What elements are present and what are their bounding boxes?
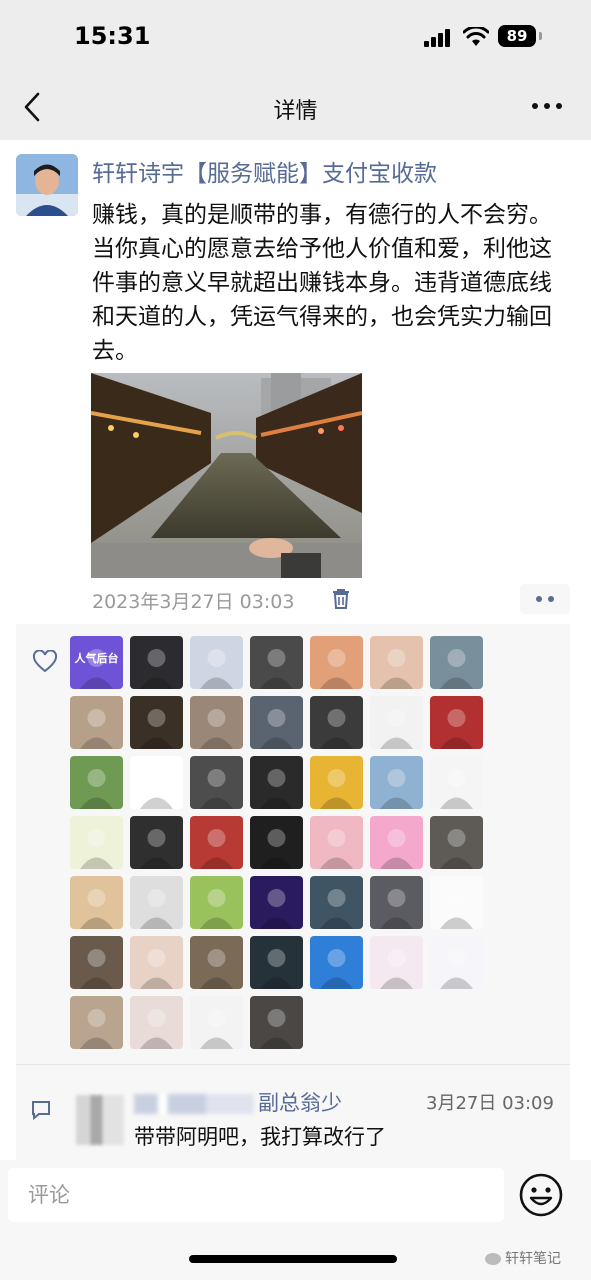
- liker-avatar[interactable]: [190, 936, 243, 989]
- likes-panel: 人气后台: [16, 624, 570, 1064]
- liker-avatar[interactable]: [190, 696, 243, 749]
- liker-avatar[interactable]: [370, 936, 423, 989]
- commenter-name[interactable]: 副总翁少: [134, 1087, 342, 1117]
- liker-avatar[interactable]: [250, 996, 303, 1049]
- liker-avatar[interactable]: [430, 696, 483, 749]
- liker-avatar[interactable]: [310, 936, 363, 989]
- watermark-text: 轩轩笔记: [505, 1251, 561, 1267]
- comment-input-bar: 轩轩笔记: [0, 1160, 591, 1280]
- liker-avatar[interactable]: [130, 876, 183, 929]
- liker-avatar[interactable]: [250, 636, 303, 689]
- home-indicator: [189, 1255, 397, 1263]
- comment-time: 3月27日 03:09: [426, 1093, 554, 1114]
- liker-avatar[interactable]: [430, 876, 483, 929]
- liker-avatar[interactable]: [130, 756, 183, 809]
- liker-avatar[interactable]: [250, 816, 303, 869]
- liker-avatar[interactable]: [190, 756, 243, 809]
- liker-avatar[interactable]: [190, 876, 243, 929]
- liker-avatar[interactable]: [430, 936, 483, 989]
- status-time: 15:31: [74, 22, 151, 50]
- wifi-icon: [463, 27, 489, 46]
- liker-avatar-label: 人气后台: [74, 652, 119, 665]
- liker-avatar[interactable]: [370, 756, 423, 809]
- battery-cap: [539, 32, 542, 40]
- liker-avatar[interactable]: 人气后台: [70, 636, 123, 689]
- liker-avatar[interactable]: [250, 756, 303, 809]
- emoji-icon[interactable]: [518, 1172, 564, 1218]
- post-photo[interactable]: [91, 373, 362, 578]
- liker-avatar[interactable]: [250, 696, 303, 749]
- more-options-icon[interactable]: [532, 103, 564, 111]
- commenter-avatar[interactable]: [76, 1095, 124, 1145]
- post-actions-button[interactable]: [520, 584, 570, 614]
- page-title: 详情: [273, 99, 318, 124]
- liker-avatar[interactable]: [250, 876, 303, 929]
- liker-avatar[interactable]: [370, 696, 423, 749]
- comment-row[interactable]: 副总翁少 3月27日 03:09 带带阿明吧，我打算改行了: [16, 1064, 570, 1161]
- liker-avatar[interactable]: [130, 816, 183, 869]
- liker-avatar[interactable]: [370, 636, 423, 689]
- liker-avatar[interactable]: [70, 756, 123, 809]
- comment-icon: [32, 1101, 50, 1121]
- post-author-name[interactable]: 轩轩诗宇【服务赋能】支付宝收款: [92, 154, 437, 188]
- author-avatar[interactable]: [16, 154, 78, 216]
- heart-icon: [32, 650, 58, 673]
- liker-avatar[interactable]: [70, 936, 123, 989]
- comment-input[interactable]: [8, 1168, 504, 1222]
- redacted-name-part: [134, 1094, 254, 1114]
- liker-avatar[interactable]: [70, 696, 123, 749]
- liker-avatar[interactable]: [190, 816, 243, 869]
- liker-avatar[interactable]: [430, 636, 483, 689]
- commenter-name-text: 副总翁少: [258, 1091, 342, 1115]
- delete-icon[interactable]: [331, 588, 351, 610]
- liker-avatar[interactable]: [310, 876, 363, 929]
- liker-avatar[interactable]: [310, 696, 363, 749]
- liker-avatar[interactable]: [190, 996, 243, 1049]
- liker-avatar[interactable]: [70, 996, 123, 1049]
- liker-avatar[interactable]: [70, 876, 123, 929]
- liker-avatar[interactable]: [310, 636, 363, 689]
- liker-avatar[interactable]: [250, 936, 303, 989]
- watermark: 轩轩笔记: [485, 1248, 561, 1268]
- post-timestamp: 2023年3月27日 03:03: [92, 591, 295, 613]
- signal-icon: [424, 29, 452, 47]
- status-bar: 15:31 89: [0, 0, 591, 75]
- post-text: 赚钱，真的是顺带的事，有德行的人不会穷。当你真心的愿意去给予他人价值和爱，利他这…: [92, 202, 552, 364]
- liker-avatar[interactable]: [310, 756, 363, 809]
- liker-avatar[interactable]: [430, 756, 483, 809]
- liker-avatar[interactable]: [190, 636, 243, 689]
- liker-avatar[interactable]: [370, 816, 423, 869]
- liker-avatar[interactable]: [130, 696, 183, 749]
- comment-text: 带带阿明吧，我打算改行了: [134, 1125, 386, 1149]
- battery-level: 89: [498, 25, 536, 47]
- liker-avatar[interactable]: [130, 636, 183, 689]
- liker-avatar[interactable]: [70, 816, 123, 869]
- liker-avatar[interactable]: [370, 876, 423, 929]
- wechat-icon: [485, 1253, 501, 1265]
- liker-avatar[interactable]: [130, 936, 183, 989]
- liker-avatar[interactable]: [430, 816, 483, 869]
- liker-avatar[interactable]: [310, 816, 363, 869]
- nav-bar: 详情: [0, 75, 591, 140]
- liker-avatar[interactable]: [130, 996, 183, 1049]
